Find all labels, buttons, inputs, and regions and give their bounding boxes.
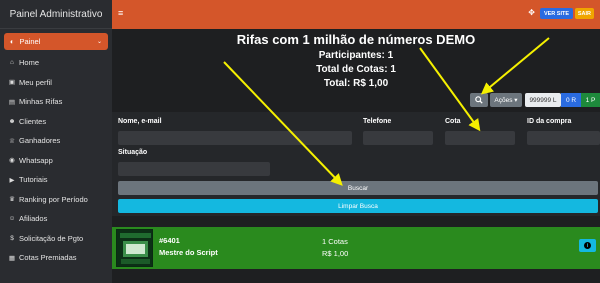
raffle-cotas: 1 Cotas [322, 237, 348, 246]
sidebar-item-label: Ganhadores [19, 136, 61, 146]
raffle-thumbnail [116, 229, 153, 267]
sidebar-item-label: Tutoriais [19, 175, 48, 185]
whatsapp-icon: ◉ [9, 157, 15, 165]
palette-icon: ◐ [10, 37, 15, 46]
sidebar-item-label: Afiliados [19, 214, 48, 224]
menu-toggle-icon[interactable]: ≡ [118, 8, 123, 18]
search-icon [475, 96, 483, 104]
raffle-summary: Rifas com 1 milhão de números DEMO Parti… [112, 29, 600, 89]
cota-input[interactable] [445, 131, 515, 145]
chevron-down-icon: ⌄ [96, 39, 102, 45]
sidebar-item-label: Cotas Premiadas [19, 253, 77, 263]
top-bar: ≡ ✥ VER SITE SAIR [112, 0, 600, 29]
sidebar-item-tutoriais[interactable]: ▶ Tutoriais [0, 170, 112, 190]
sidebar-item-label: Home [19, 58, 40, 68]
search-toggle-button[interactable] [470, 93, 488, 107]
ranking-icon: ♛ [9, 196, 15, 204]
sidebar-item-solicita-o-de-pgto[interactable]: $ Solicitação de Pgto [0, 229, 112, 249]
phone-label: Telefone [363, 118, 392, 125]
sidebar-item-label: Meu perfil [19, 77, 52, 87]
total-cotas: Total de Cotas: 1 [316, 64, 396, 75]
info-icon: i [584, 242, 591, 249]
sidebar-item-label: Whatsapp [19, 155, 53, 165]
sidebar-item-label: Minhas Rifas [19, 97, 63, 107]
sidebar-brand: Painel Administrativo [0, 0, 112, 29]
user-plus-icon: ☺ [8, 215, 16, 223]
id-card-icon: ▣ [8, 79, 16, 87]
name-email-input[interactable] [118, 131, 352, 145]
name-email-label: Nome, e-mail [118, 118, 162, 125]
raffle-price: R$ 1,00 [322, 249, 349, 258]
sidebar-item-ranking-por-per-odo[interactable]: ♛ Ranking por Período [0, 190, 112, 210]
sidebar-item-clientes[interactable]: ☻ Clientes [0, 112, 112, 132]
view-site-button[interactable]: VER SITE [539, 8, 573, 19]
paid-badge: 1 P [581, 93, 600, 107]
sidebar-item-label: Clientes [19, 116, 47, 126]
purchase-id-input[interactable] [527, 131, 600, 145]
phone-input[interactable] [363, 131, 433, 145]
sidebar-item-afiliados[interactable]: ☺ Afiliados [0, 209, 112, 229]
actions-dropdown[interactable]: Ações ▾ [490, 93, 522, 107]
participants-count: Participantes: 1 [318, 50, 394, 61]
raffle-title: Rifas com 1 milhão de números DEMO [236, 32, 476, 47]
gift-icon: ▦ [8, 254, 16, 262]
trophy-icon: ♕ [9, 137, 15, 145]
raffle-name: Mestre do Script [159, 248, 218, 257]
sidebar: Painel Administrativo ◐ Painel ⌄ ⌂ Home ▣ M… [0, 0, 112, 283]
users-icon: ☻ [8, 117, 16, 125]
clear-search-button[interactable]: Limpar Busca [118, 199, 598, 213]
sidebar-item-ganhadores[interactable]: ♕ Ganhadores [0, 131, 112, 151]
sidebar-item-label: Solicitação de Pgto [19, 233, 84, 243]
search-button[interactable]: Buscar [118, 181, 598, 195]
raffle-card[interactable]: #6401 Mestre do Script 1 Cotas R$ 1,00 i [112, 227, 600, 269]
total-amount: Total: R$ 1,00 [323, 78, 389, 89]
numbers-available-badge: 999999 L [525, 93, 561, 107]
video-icon: ▶ [9, 176, 15, 184]
raffle-info-button[interactable]: i [579, 239, 596, 252]
raffle-id: #6401 [159, 236, 180, 245]
sidebar-item-painel[interactable]: ◐ Painel ⌄ [4, 33, 108, 50]
status-label: Situação [118, 149, 148, 156]
home-icon: ⌂ [10, 59, 14, 67]
sidebar-item-label: Ranking por Período [19, 194, 88, 204]
sidebar-item-home[interactable]: ⌂ Home [0, 53, 112, 73]
sidebar-item-meu-perfil[interactable]: ▣ Meu perfil [0, 73, 112, 93]
status-select[interactable] [118, 162, 270, 176]
sidebar-item-whatsapp[interactable]: ◉ Whatsapp [0, 151, 112, 171]
reserved-badge: 0 R [561, 93, 581, 107]
sidebar-item-cotas-premiadas[interactable]: ▦ Cotas Premiadas [0, 248, 112, 268]
sidebar-item-minhas-rifas[interactable]: ▤ Minhas Rifas [0, 92, 112, 112]
dollar-icon: $ [10, 234, 14, 242]
purchase-id-label: ID da compra [527, 118, 572, 125]
sidebar-item-label: Painel [19, 37, 41, 46]
logout-button[interactable]: SAIR [574, 8, 594, 19]
fullscreen-icon[interactable]: ✥ [528, 8, 535, 17]
cota-label: Cota [445, 118, 461, 125]
ticket-icon: ▤ [8, 98, 16, 106]
